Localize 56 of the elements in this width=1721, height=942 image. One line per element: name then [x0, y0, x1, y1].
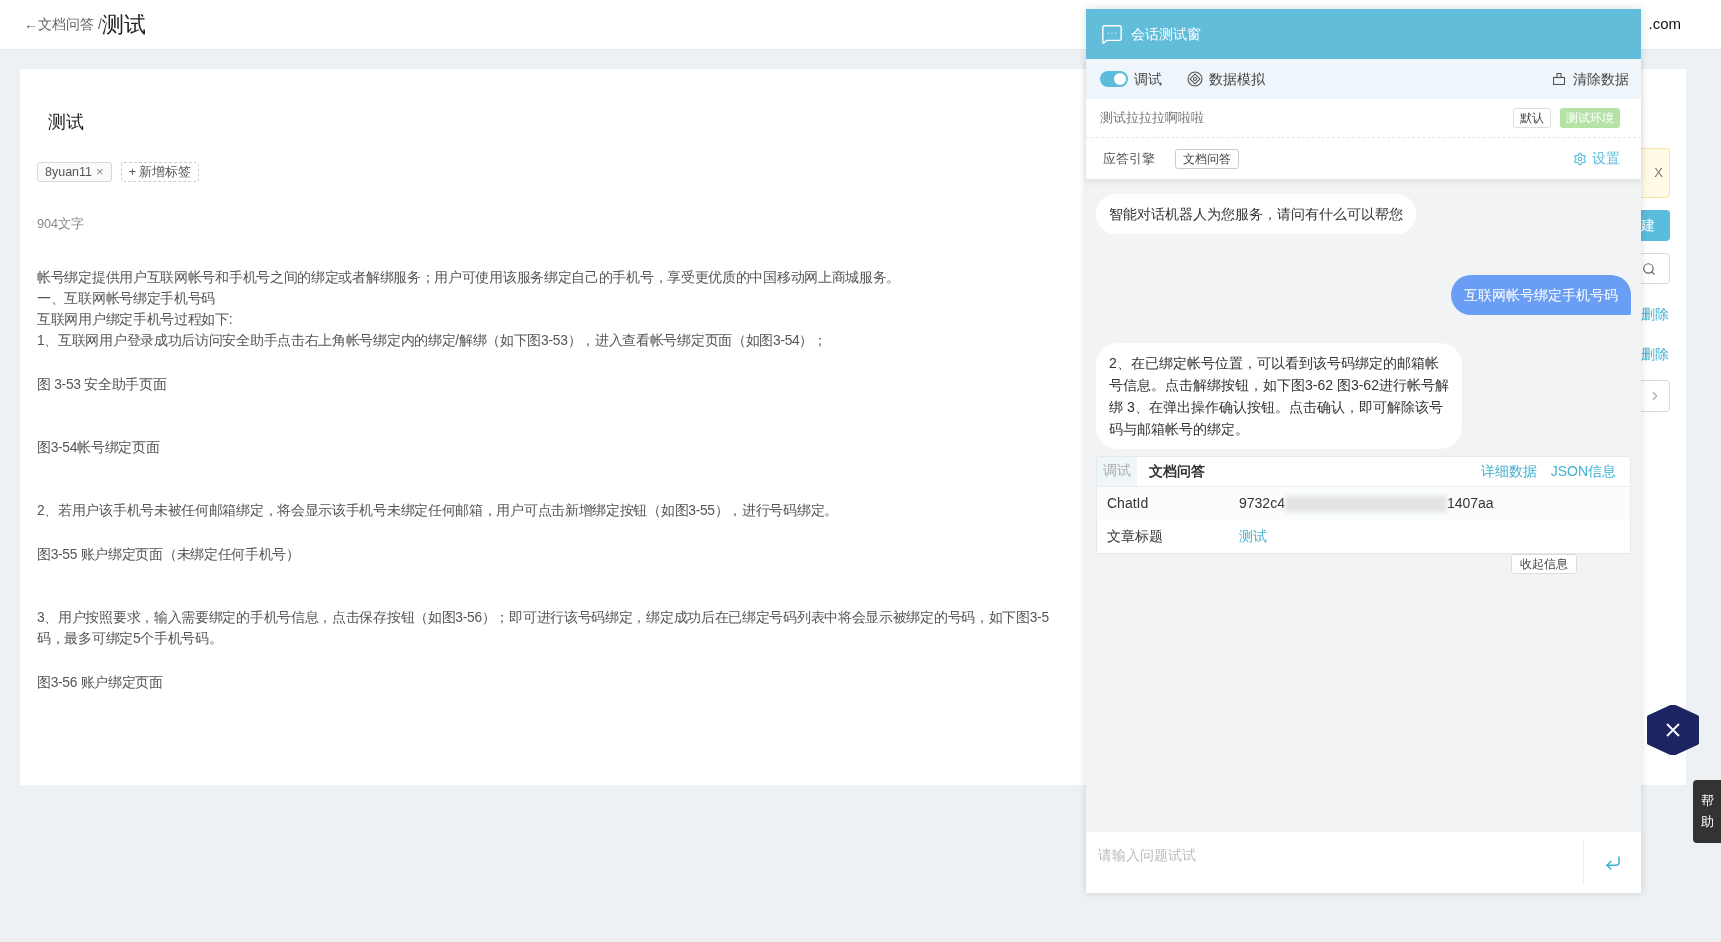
paragraph-line: 一、互联网帐号绑定手机号码: [37, 289, 216, 308]
word-count: 904文字: [37, 216, 84, 233]
tag: 8yuan11 ×: [37, 162, 112, 182]
settings-icon: [1573, 151, 1587, 166]
paragraph-line: 1、互联网用户登录成功后访问安全助手点击右上角帐号绑定内的绑定/解绑（如下图3-53），进入查看帐号绑定页面（如图3-54）；: [37, 331, 827, 350]
info-title: 文档问答: [1149, 462, 1205, 481]
paragraph-line: 互联网用户绑定手机号过程如下:: [37, 310, 233, 329]
return-icon: [1603, 853, 1622, 872]
bot-message: 2、在已绑定帐号位置，可以看到该号码绑定的邮箱帐号信息。点击解绑按钮，如下图3-62 图3-62进行帐号解绑 3、在弹出操作确认按钮。点击确认，即可解除该号码与邮箱帐号的绑定。: [1096, 343, 1462, 449]
clear-data-button[interactable]: 清除数据: [1553, 68, 1629, 90]
article-link[interactable]: 测试: [1239, 526, 1267, 547]
delete-link[interactable]: 删除: [1641, 344, 1670, 364]
account-name: .com: [1648, 14, 1681, 35]
help-tab[interactable]: 帮助: [1693, 780, 1721, 843]
info-label: ChatId: [1106, 494, 1150, 513]
collapse-info-button[interactable]: 收起信息: [1511, 554, 1577, 574]
debug-toggle[interactable]: [1100, 71, 1128, 87]
figure-caption: 图 3-53 安全助手页面: [37, 375, 167, 394]
environment-name: 测试拉拉拉啊啦啦: [1100, 109, 1204, 127]
alert-close[interactable]: X: [1654, 163, 1663, 183]
question-input[interactable]: 请输入问题试试: [1086, 832, 1583, 893]
paragraph-line: 帐号绑定提供用户互联网帐号和手机号之间的绑定或者解绑服务；用户可使用该服务绑定自己的手机号，享受更优质的中国移动网上商城服务。: [37, 268, 901, 287]
tag-remove[interactable]: ×: [96, 162, 104, 182]
document-title: 测试: [48, 111, 84, 134]
delete-link[interactable]: 删除: [1641, 304, 1670, 324]
breadcrumb-separator: /: [98, 16, 102, 32]
chat-id-value: 1407aa: [1446, 494, 1494, 513]
clear-icon: [1553, 73, 1565, 85]
page-title: 测试: [101, 11, 146, 39]
chat-id-value: 9732c4: [1239, 494, 1285, 513]
debug-badge: 调试: [1097, 457, 1137, 486]
paragraph-line: 码，最多可绑定5个手机号码。: [37, 629, 223, 648]
panel-title: 会话测试窗: [1131, 24, 1201, 44]
debug-label: 调试: [1134, 69, 1162, 89]
environment-option[interactable]: 默认: [1513, 108, 1551, 128]
info-label: 文章标题: [1106, 527, 1164, 546]
settings-button[interactable]: 设置: [1573, 148, 1620, 169]
close-button[interactable]: [1647, 705, 1699, 755]
chat-bubble-icon: [1101, 23, 1123, 45]
engine-label: 应答引擎: [1103, 149, 1155, 168]
figure-caption: 图3-56 账户绑定页面: [37, 673, 163, 692]
figure-caption: 图3-55 账户绑定页面（未绑定任何手机号）: [37, 545, 300, 564]
paragraph-line: 2、若用户该手机号未被任何邮箱绑定，将会显示该手机号未绑定任何邮箱，用户可点击新增绑定按钮（如图3-55），进行号码绑定。: [37, 501, 838, 520]
figure-caption: 图3-54帐号绑定页面: [37, 438, 160, 457]
target-icon: [1187, 71, 1203, 87]
create-button[interactable]: 建: [1641, 210, 1670, 241]
engine-value: 文档问答: [1175, 148, 1239, 169]
user-message: 互联网帐号绑定手机号码: [1451, 275, 1631, 315]
paragraph-line: 3、用户按照要求，输入需要绑定的手机号信息，点击保存按钮（如图3-56）；即可进行该号码绑定，绑定成功后在已绑定号码列表中将会显示被绑定的号码，如下图3-5: [37, 608, 1049, 627]
back-link[interactable]: ←文档问答: [24, 14, 94, 35]
simulate-data-button[interactable]: 数据模拟: [1187, 68, 1265, 90]
info-link[interactable]: 详细数据: [1480, 461, 1537, 482]
bot-message: 智能对话机器人为您服务，请问有什么可以帮您: [1096, 194, 1416, 234]
search-icon: [1642, 261, 1656, 276]
add-tag-button[interactable]: + 新增标签: [120, 162, 200, 182]
info-link[interactable]: JSON信息: [1550, 461, 1616, 482]
